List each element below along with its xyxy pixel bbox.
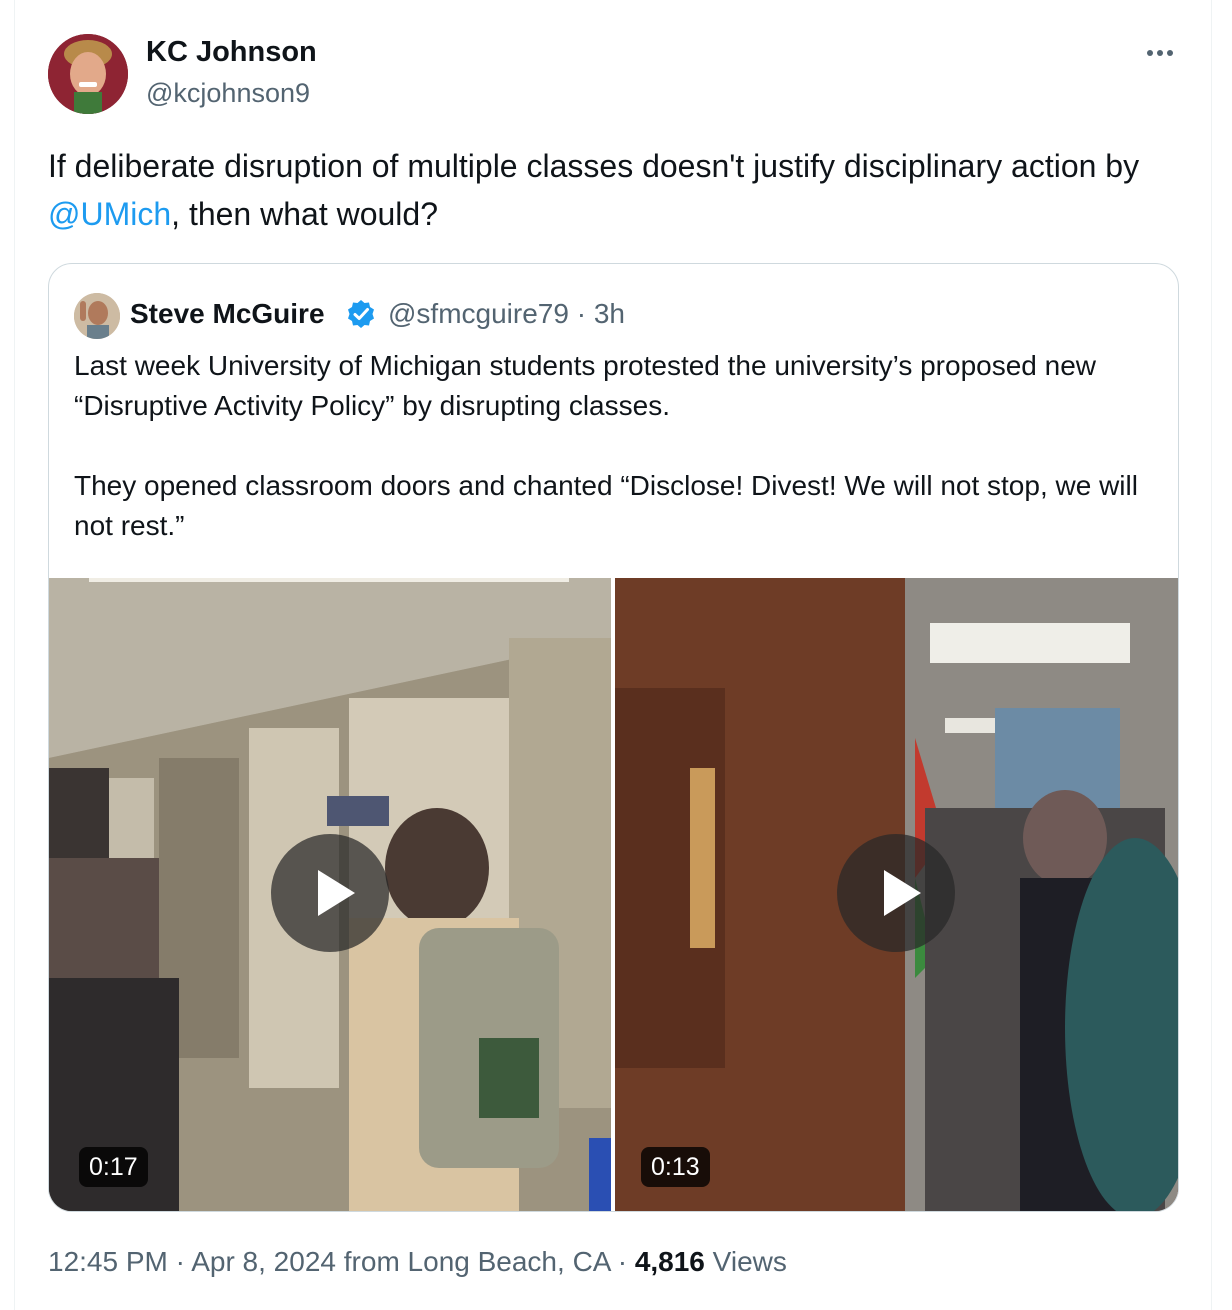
tweet-text: If deliberate disruption of multiple cla…: [48, 142, 1188, 238]
play-button-2[interactable]: [837, 834, 955, 952]
views-label: Views: [712, 1246, 787, 1277]
author-handle[interactable]: @kcjohnson9: [146, 78, 310, 109]
quoted-author-name[interactable]: Steve McGuire: [130, 298, 325, 330]
tweet-location: from Long Beach, CA: [343, 1246, 610, 1277]
quoted-author-avatar[interactable]: [74, 293, 120, 339]
video-thumbnail-2[interactable]: 0:13: [615, 578, 1178, 1211]
verified-badge-icon: [345, 298, 377, 330]
ellipsis-icon[interactable]: [1140, 38, 1180, 68]
video-duration-1: 0:17: [79, 1147, 148, 1187]
meta-separator: ·: [576, 298, 587, 329]
tweet-footer: 12:45 PM · Apr 8, 2024 from Long Beach, …: [48, 1246, 787, 1278]
play-icon: [318, 870, 355, 916]
footer-separator-2: ·: [617, 1246, 628, 1277]
views-count[interactable]: 4,816: [635, 1246, 705, 1277]
quoted-time[interactable]: 3h: [594, 298, 625, 329]
quoted-paragraph-1: Last week University of Michigan student…: [74, 350, 1097, 421]
quoted-author-handle[interactable]: @sfmcguire79: [388, 298, 569, 329]
quoted-text: Last week University of Michigan student…: [74, 346, 1164, 546]
author-avatar[interactable]: [48, 34, 128, 114]
tweet-time[interactable]: 12:45 PM: [48, 1246, 168, 1277]
video-thumbnail-1[interactable]: 0:17: [49, 578, 611, 1211]
tweet-text-end: , then what would?: [171, 196, 438, 232]
tweet-text-start: If deliberate disruption of multiple cla…: [48, 148, 1140, 184]
author-name[interactable]: KC Johnson: [146, 36, 317, 69]
play-button-1[interactable]: [271, 834, 389, 952]
tweet-date[interactable]: Apr 8, 2024: [191, 1246, 336, 1277]
mention-link[interactable]: @UMich: [48, 196, 171, 232]
video-duration-2: 0:13: [641, 1147, 710, 1187]
play-icon: [884, 870, 921, 916]
quoted-paragraph-2: They opened classroom doors and chanted …: [74, 470, 1138, 541]
quoted-meta: @sfmcguire79 · 3h: [388, 298, 625, 330]
quoted-tweet[interactable]: Steve McGuire @sfmcguire79 · 3h Last wee…: [48, 263, 1179, 1212]
footer-separator-1: ·: [175, 1246, 185, 1277]
